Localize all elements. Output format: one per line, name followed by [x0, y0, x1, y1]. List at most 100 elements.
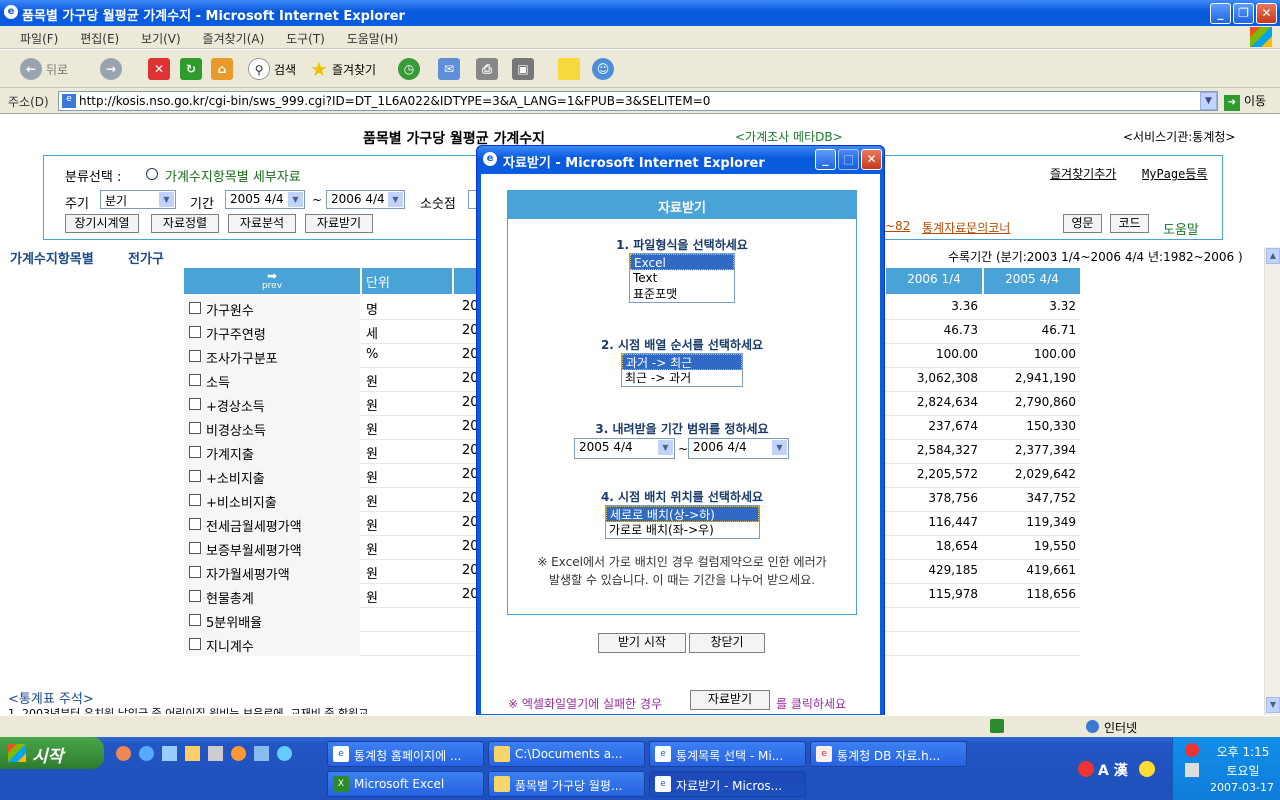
format-option-excel[interactable]: Excel — [630, 254, 734, 270]
quicklaunch-doc-icon[interactable] — [208, 746, 223, 761]
order-option-past-first[interactable]: 과거 -> 최근 — [622, 354, 742, 370]
quicklaunch-folder-icon[interactable] — [185, 746, 200, 761]
row-checkbox[interactable] — [189, 470, 201, 482]
menu-tools[interactable]: 도구(T) — [286, 32, 325, 46]
phone-suffix[interactable]: ~82 — [885, 219, 910, 233]
layout-option-vertical[interactable]: 세로로 배치(상->하) — [606, 506, 759, 522]
scroll-down-icon[interactable]: ▼ — [1266, 697, 1280, 713]
row-checkbox[interactable] — [189, 566, 201, 578]
dialog-range-from-select[interactable]: 2005 4/4 ▼ — [574, 438, 675, 459]
network-icon[interactable] — [1185, 763, 1199, 777]
row-checkbox[interactable] — [189, 542, 201, 554]
go-button[interactable]: ➜ 이동 — [1224, 92, 1266, 111]
menu-help[interactable]: 도움말(H) — [347, 32, 399, 46]
layout-option-horizontal[interactable]: 가로로 배치(좌->우) — [606, 522, 759, 538]
ime-mode[interactable]: A 漢 — [1098, 760, 1128, 780]
order-option-recent-first[interactable]: 최근 -> 과거 — [622, 370, 742, 386]
fallback-download-button[interactable]: 자료받기 — [690, 690, 770, 710]
forward-button[interactable]: → — [100, 57, 122, 81]
row-checkbox[interactable] — [189, 614, 201, 626]
start-button[interactable]: 시작 — [0, 737, 104, 769]
security-alert-icon[interactable] — [1185, 743, 1199, 757]
favorites-button[interactable]: ★ 즐겨찾기 — [310, 57, 376, 81]
quicklaunch-web-icon[interactable] — [277, 746, 292, 761]
row-checkbox[interactable] — [189, 590, 201, 602]
dialog-close-button[interactable]: ✕ — [861, 149, 882, 170]
range-to-select[interactable]: 2006 4/4 ▼ — [326, 190, 405, 209]
quicklaunch-media-icon[interactable] — [162, 746, 177, 761]
analysis-button[interactable]: 자료분석 — [228, 214, 296, 233]
home-button[interactable]: ⌂ — [211, 57, 233, 81]
row-checkbox[interactable] — [189, 374, 201, 386]
dialog-maximize-button[interactable]: □ — [838, 149, 859, 170]
stop-button[interactable]: ✕ — [148, 57, 170, 81]
task-download-dialog[interactable]: e 자료받기 - Micros... — [649, 771, 806, 797]
file-format-list[interactable]: Excel Text 표준포맷 — [629, 253, 735, 303]
row-checkbox[interactable] — [189, 494, 201, 506]
long-series-button[interactable]: 장기시계열 — [65, 214, 139, 233]
quicklaunch-tool-icon[interactable] — [254, 746, 269, 761]
close-window-button[interactable]: 창닫기 — [689, 633, 765, 653]
search-button[interactable]: ⚲ 검색 — [248, 57, 296, 81]
row-checkbox[interactable] — [189, 518, 201, 530]
task-documents-folder[interactable]: C:\Documents a... — [488, 741, 645, 767]
classify-radio[interactable] — [146, 168, 158, 180]
messenger-button[interactable]: ☺ — [592, 57, 614, 81]
task-household-page[interactable]: 품목별 가구당 월평... — [488, 771, 645, 797]
mypage-link[interactable]: MyPage등록 — [1142, 165, 1207, 182]
download-button[interactable]: 자료받기 — [305, 214, 373, 233]
row-checkbox[interactable] — [189, 326, 201, 338]
refresh-button[interactable]: ↻ — [180, 57, 202, 81]
dialog-range-to-select[interactable]: 2006 4/4 ▼ — [688, 438, 789, 459]
meta-db-link[interactable]: <가계조사 메타DB> — [735, 128, 843, 145]
code-button[interactable]: 코드 — [1110, 214, 1149, 233]
address-input[interactable]: e http://kosis.nso.go.kr/cgi-bin/sws_999… — [58, 91, 1218, 111]
clock-time: 오후 1:15 — [1216, 745, 1270, 759]
menu-file[interactable]: 파일(F) — [20, 32, 58, 46]
format-option-standard[interactable]: 표준포맷 — [630, 286, 734, 302]
row-checkbox[interactable] — [189, 422, 201, 434]
discuss-button[interactable] — [558, 57, 580, 81]
minimize-button[interactable]: _ — [1210, 3, 1231, 24]
page-scrollbar[interactable]: ▲ ▼ — [1264, 247, 1280, 715]
layout-list[interactable]: 세로로 배치(상->하) 가로로 배치(좌->우) — [605, 505, 760, 539]
inquiry-link[interactable]: 통계자료문의코너 — [922, 219, 1010, 236]
restore-button[interactable]: ❐ — [1233, 3, 1254, 24]
task-db-file[interactable]: e 통계청 DB 자료.h... — [810, 741, 967, 767]
close-button[interactable]: ✕ — [1256, 3, 1277, 24]
prev-header[interactable]: ➡ prev — [184, 268, 360, 294]
menu-edit[interactable]: 편집(E) — [80, 32, 119, 46]
range-from-select[interactable]: 2005 4/4 ▼ — [225, 190, 305, 209]
back-button[interactable]: ← 뒤로 — [20, 57, 68, 81]
row-checkbox[interactable] — [189, 302, 201, 314]
edit-button[interactable]: ▣ — [512, 57, 534, 81]
favorite-add-link[interactable]: 즐겨찾기추가 — [1050, 165, 1116, 182]
mail-button[interactable]: ✉ — [438, 57, 460, 81]
row-checkbox[interactable] — [189, 446, 201, 458]
address-dropdown-icon[interactable]: ▼ — [1200, 92, 1217, 110]
ime-tools-icon[interactable] — [1139, 761, 1155, 777]
period-select[interactable]: 분기 ▼ — [100, 190, 176, 209]
quicklaunch-app-icon[interactable] — [231, 746, 246, 761]
quicklaunch-browser-icon[interactable] — [116, 746, 131, 761]
task-kostat-home[interactable]: e 통계청 홈페이지에 ... — [327, 741, 484, 767]
format-option-text[interactable]: Text — [630, 270, 734, 286]
row-checkbox[interactable] — [189, 638, 201, 650]
task-stat-list[interactable]: e 통계목록 선택 - Mi... — [649, 741, 806, 767]
dialog-minimize-button[interactable]: _ — [815, 149, 836, 170]
ime-icon[interactable] — [1078, 761, 1094, 777]
task-excel[interactable]: X Microsoft Excel — [327, 771, 484, 797]
print-button[interactable]: ⎙ — [476, 57, 498, 81]
row-checkbox[interactable] — [189, 398, 201, 410]
sort-button[interactable]: 자료정렬 — [151, 214, 219, 233]
english-button[interactable]: 영문 — [1063, 214, 1102, 233]
menu-favorites[interactable]: 즐겨찾기(A) — [203, 32, 265, 46]
row-checkbox[interactable] — [189, 350, 201, 362]
start-download-button[interactable]: 받기 시작 — [598, 633, 686, 653]
quicklaunch-ie-icon[interactable] — [139, 746, 154, 761]
order-list[interactable]: 과거 -> 최근 최근 -> 과거 — [621, 353, 743, 387]
scroll-up-icon[interactable]: ▲ — [1266, 248, 1280, 264]
help-link[interactable]: 도움말 — [1163, 219, 1199, 238]
menu-view[interactable]: 보기(V) — [141, 32, 181, 46]
history-button[interactable]: ◷ — [398, 57, 420, 81]
